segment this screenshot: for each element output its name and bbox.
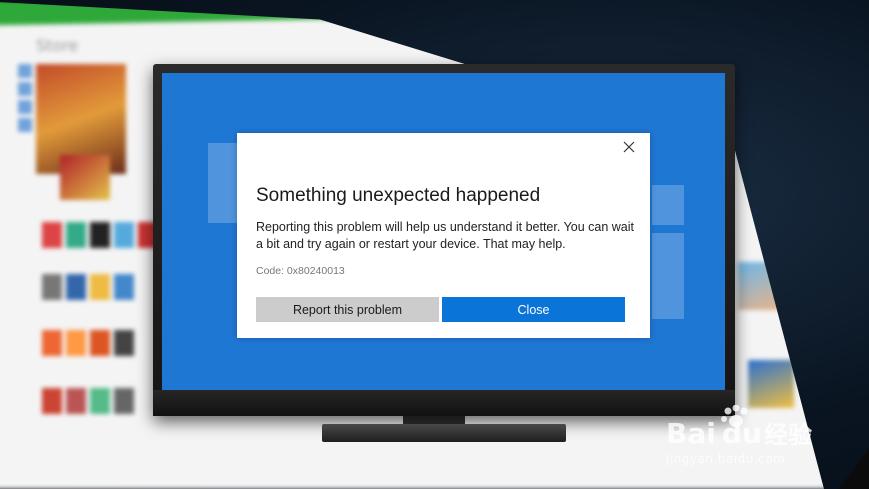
store-label: Store — [36, 36, 79, 55]
screen-tile — [652, 185, 684, 225]
screen-tile — [652, 233, 684, 319]
store-featured-image — [60, 155, 110, 200]
dialog-message: Reporting this problem will help us unde… — [256, 220, 635, 251]
store-app-row — [42, 388, 134, 414]
baidu-logo: Bai du 经验 — [666, 405, 812, 450]
monitor-bezel — [153, 390, 735, 416]
close-dialog-button[interactable] — [621, 139, 637, 155]
store-app-row — [42, 330, 134, 356]
svg-text:经验: 经验 — [764, 421, 812, 449]
svg-text:du: du — [722, 417, 762, 450]
watermark-url: jingyan.baidu.com — [666, 452, 786, 466]
close-button[interactable]: Close — [442, 297, 625, 322]
store-app-row — [42, 222, 158, 248]
store-app-tile — [748, 360, 794, 408]
monitor-stand-base — [322, 424, 566, 442]
svg-text:Bai: Bai — [666, 417, 716, 450]
report-problem-button[interactable]: Report this problem — [256, 297, 439, 322]
error-dialog: Something unexpected happened Reporting … — [237, 133, 650, 338]
store-title-bar — [0, 0, 380, 26]
dialog-title: Something unexpected happened — [256, 185, 541, 206]
store-app-tile — [738, 262, 784, 310]
baidu-watermark: Bai du 经验 jingyan.baidu.com — [664, 405, 864, 485]
close-icon — [623, 141, 635, 153]
store-app-row — [42, 274, 134, 300]
error-code: Code: 0x80240013 — [256, 265, 345, 277]
screen-tile — [208, 143, 238, 223]
